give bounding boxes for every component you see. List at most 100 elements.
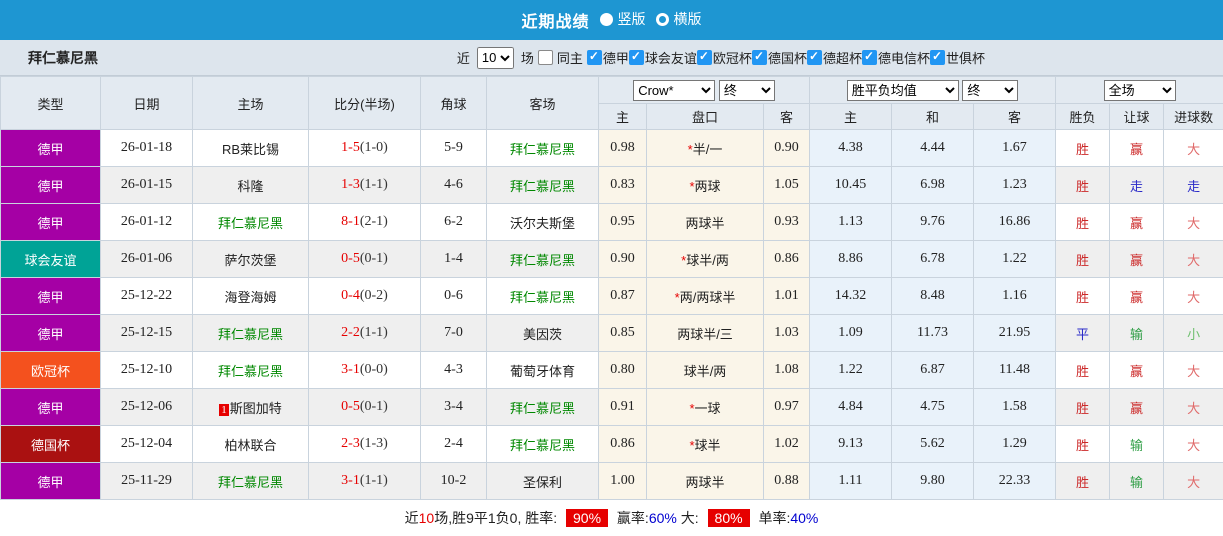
checkbox-icon[interactable] bbox=[628, 49, 644, 65]
avg-period-select[interactable]: 终 bbox=[962, 79, 1019, 101]
home-team-name[interactable]: 拜仁慕尼黑 bbox=[218, 327, 283, 342]
home-team[interactable]: 海登海姆 bbox=[192, 277, 309, 315]
away-team-name[interactable]: 美因茨 bbox=[523, 327, 562, 342]
layout-radio[interactable]: 横版 bbox=[655, 9, 702, 29]
summary-segment: 80% bbox=[707, 509, 750, 527]
match-date: 25-12-15 bbox=[100, 314, 193, 352]
result-pan: 赢 bbox=[1109, 129, 1165, 167]
summary-segment: 40% bbox=[790, 510, 819, 526]
home-team-name[interactable]: RB莱比锡 bbox=[222, 142, 279, 157]
away-team-name[interactable]: 拜仁慕尼黑 bbox=[510, 142, 575, 157]
avg-away-odds: 21.95 bbox=[973, 314, 1057, 352]
home-team-name[interactable]: 斯图加特 bbox=[230, 401, 282, 416]
table-row: 德甲 26-01-12 拜仁慕尼黑 8-1(2-1) 6-2 沃尔夫斯堡 0.9… bbox=[0, 203, 1223, 241]
home-team[interactable]: 柏林联合 bbox=[192, 425, 309, 463]
away-team[interactable]: 拜仁慕尼黑 bbox=[486, 277, 599, 315]
score-cell: 0-4(0-2) bbox=[308, 277, 421, 315]
bookmaker-select[interactable]: Crow* bbox=[633, 79, 716, 101]
away-team[interactable]: 沃尔夫斯堡 bbox=[486, 203, 599, 241]
match-date: 26-01-06 bbox=[100, 240, 193, 278]
col-avg-away: 客 bbox=[973, 103, 1057, 130]
avg-home-odds: 10.45 bbox=[809, 166, 893, 204]
home-team[interactable]: 拜仁慕尼黑 bbox=[192, 314, 309, 352]
radio-icon[interactable] bbox=[655, 12, 669, 26]
home-team-name[interactable]: 拜仁慕尼黑 bbox=[218, 364, 283, 379]
league-filter-item[interactable]: 德国杯 bbox=[751, 48, 807, 67]
away-team-name[interactable]: 圣保利 bbox=[523, 475, 562, 490]
average-select[interactable]: 胜平负均值 bbox=[846, 79, 959, 101]
rank-badge: 1 bbox=[219, 403, 229, 416]
scope-select-group: 全场 bbox=[1055, 76, 1223, 104]
checkbox-icon[interactable] bbox=[751, 49, 767, 65]
home-team[interactable]: 科隆 bbox=[192, 166, 309, 204]
away-team-name[interactable]: 拜仁慕尼黑 bbox=[510, 401, 575, 416]
away-team[interactable]: 葡萄牙体育 bbox=[486, 351, 599, 389]
checkbox-icon[interactable] bbox=[806, 49, 822, 65]
away-team-name[interactable]: 拜仁慕尼黑 bbox=[510, 290, 575, 305]
radio-icon[interactable] bbox=[599, 12, 613, 26]
away-team[interactable]: 美因茨 bbox=[486, 314, 599, 352]
pan-away-odds: 1.05 bbox=[762, 166, 811, 204]
league-filter-item[interactable]: 德甲 bbox=[586, 48, 629, 67]
league-filter-item[interactable]: 欧冠杯 bbox=[696, 48, 752, 67]
home-team[interactable]: 拜仁慕尼黑 bbox=[192, 462, 309, 500]
home-team-name[interactable]: 科隆 bbox=[237, 179, 263, 194]
scope-select[interactable]: 全场 bbox=[1103, 79, 1176, 101]
avg-home-odds: 1.13 bbox=[809, 203, 893, 241]
away-team-name[interactable]: 沃尔夫斯堡 bbox=[510, 216, 575, 231]
home-team[interactable]: RB莱比锡 bbox=[192, 129, 309, 167]
pan-handicap: *两/两球半 bbox=[646, 277, 764, 315]
avg-draw-odds: 5.62 bbox=[891, 425, 975, 463]
home-team[interactable]: 拜仁慕尼黑 bbox=[192, 203, 309, 241]
checkbox-icon[interactable] bbox=[586, 49, 602, 65]
checkbox-icon[interactable] bbox=[696, 49, 712, 65]
away-team-name[interactable]: 拜仁慕尼黑 bbox=[510, 253, 575, 268]
summary-segment: 赢率: bbox=[613, 510, 649, 526]
league-filter-item[interactable]: 世俱杯 bbox=[929, 48, 985, 67]
away-team-name[interactable]: 葡萄牙体育 bbox=[510, 364, 575, 379]
away-team[interactable]: 拜仁慕尼黑 bbox=[486, 129, 599, 167]
away-team[interactable]: 拜仁慕尼黑 bbox=[486, 166, 599, 204]
away-team[interactable]: 拜仁慕尼黑 bbox=[486, 388, 599, 426]
match-date: 25-12-06 bbox=[100, 388, 193, 426]
summary-segment: 10 bbox=[418, 510, 435, 526]
score-cell: 1-3(1-1) bbox=[308, 166, 421, 204]
home-team[interactable]: 拜仁慕尼黑 bbox=[192, 351, 309, 389]
book-period-select[interactable]: 终 bbox=[718, 79, 775, 101]
summary-segment: 场,胜9平1负0, 胜率: bbox=[434, 510, 562, 526]
home-team-name[interactable]: 萨尔茨堡 bbox=[224, 253, 276, 268]
layout-radio[interactable]: 竖版 bbox=[599, 9, 646, 29]
home-team-name[interactable]: 拜仁慕尼黑 bbox=[218, 475, 283, 490]
home-team-name[interactable]: 拜仁慕尼黑 bbox=[218, 216, 283, 231]
same-home-checkbox[interactable] bbox=[537, 50, 553, 65]
away-team-name[interactable]: 拜仁慕尼黑 bbox=[510, 179, 575, 194]
match-type-badge: 德甲 bbox=[0, 166, 101, 204]
away-team-name[interactable]: 拜仁慕尼黑 bbox=[510, 438, 575, 453]
avg-away-odds: 1.29 bbox=[973, 425, 1057, 463]
home-team[interactable]: 1 斯图加特 bbox=[192, 388, 309, 426]
away-team[interactable]: 拜仁慕尼黑 bbox=[486, 425, 599, 463]
league-filter-item[interactable]: 德电信杯 bbox=[861, 48, 930, 67]
match-count-select[interactable]: 10 bbox=[476, 46, 514, 69]
home-team[interactable]: 萨尔茨堡 bbox=[192, 240, 309, 278]
checkbox-icon[interactable] bbox=[861, 49, 877, 65]
pan-handicap: *球半/两 bbox=[646, 240, 764, 278]
match-type-badge: 德国杯 bbox=[0, 425, 101, 463]
match-date: 26-01-18 bbox=[100, 129, 193, 167]
score-cell: 0-5(0-1) bbox=[308, 388, 421, 426]
home-team-name[interactable]: 海登海姆 bbox=[224, 290, 276, 305]
score-halftime: (1-1) bbox=[359, 473, 388, 488]
checkbox-icon[interactable] bbox=[929, 49, 945, 65]
away-team[interactable]: 圣保利 bbox=[486, 462, 599, 500]
corner-cell: 2-4 bbox=[420, 425, 487, 463]
away-team[interactable]: 拜仁慕尼黑 bbox=[486, 240, 599, 278]
home-team-name[interactable]: 柏林联合 bbox=[224, 438, 276, 453]
pan-text: 球半/两 bbox=[686, 252, 729, 268]
league-filter-item[interactable]: 德超杯 bbox=[806, 48, 862, 67]
score-cell: 0-5(0-1) bbox=[308, 240, 421, 278]
result-wdl: 平 bbox=[1055, 314, 1111, 352]
pan-text: 半/一 bbox=[692, 141, 723, 157]
league-filter-item[interactable]: 球会友谊 bbox=[628, 48, 697, 67]
avg-draw-odds: 6.87 bbox=[891, 351, 975, 389]
score-fulltime: 1-5 bbox=[341, 140, 360, 155]
